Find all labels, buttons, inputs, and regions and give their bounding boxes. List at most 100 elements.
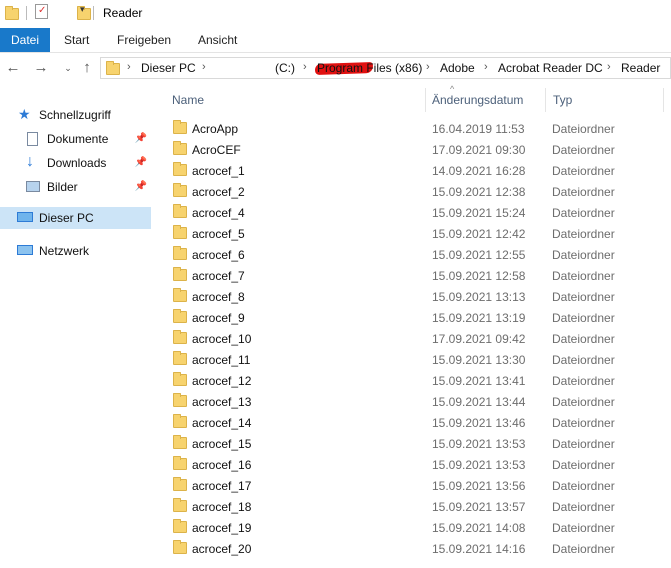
table-row[interactable]: acrocef_17 15.09.2021 13:56 Dateiordner xyxy=(160,475,671,496)
folder-icon xyxy=(173,351,187,365)
sidebar-item-downloads[interactable]: ↓ Downloads 📌 xyxy=(0,152,151,174)
file-name: AcroCEF xyxy=(192,143,241,157)
tab-view[interactable]: Ansicht xyxy=(198,28,237,52)
file-date: 17.09.2021 09:30 xyxy=(432,143,526,157)
recent-locations-chevron-icon[interactable]: ⌄ xyxy=(60,60,76,76)
table-row[interactable]: acrocef_6 15.09.2021 12:55 Dateiordner xyxy=(160,244,671,265)
file-type: Dateiordner xyxy=(552,227,615,241)
breadcrumb-reader[interactable]: Reader xyxy=(621,61,660,75)
table-row[interactable]: acrocef_13 15.09.2021 13:44 Dateiordner xyxy=(160,391,671,412)
title-bar: ✓ ▾ Reader xyxy=(0,0,671,27)
column-divider[interactable] xyxy=(425,88,426,112)
table-row[interactable]: acrocef_10 17.09.2021 09:42 Dateiordner xyxy=(160,328,671,349)
file-type: Dateiordner xyxy=(552,143,615,157)
pin-icon[interactable]: 📌 xyxy=(135,152,147,174)
column-header-type[interactable]: Typ xyxy=(553,93,572,107)
file-name: acrocef_17 xyxy=(192,479,252,493)
breadcrumb-this-pc[interactable]: Dieser PC xyxy=(141,61,196,75)
sidebar-item-documents[interactable]: Dokumente 📌 xyxy=(0,128,151,150)
breadcrumb-adobe[interactable]: Adobe xyxy=(440,61,475,75)
column-divider[interactable] xyxy=(545,88,546,112)
file-name: acrocef_13 xyxy=(192,395,252,409)
tab-file[interactable]: Datei xyxy=(0,28,50,52)
up-arrow-icon[interactable]: ↑ xyxy=(79,60,95,76)
breadcrumb-chevron-icon[interactable]: › xyxy=(127,61,131,73)
table-row[interactable]: acrocef_16 15.09.2021 13:53 Dateiordner xyxy=(160,454,671,475)
file-name: acrocef_15 xyxy=(192,437,252,451)
file-date: 15.09.2021 13:44 xyxy=(432,395,526,409)
scrollbar[interactable] xyxy=(664,84,671,568)
file-date: 15.09.2021 12:58 xyxy=(432,269,526,283)
properties-icon[interactable]: ✓ xyxy=(35,4,48,19)
file-name: acrocef_9 xyxy=(192,311,245,325)
folder-icon xyxy=(173,267,187,281)
table-row[interactable]: AcroCEF 17.09.2021 09:30 Dateiordner xyxy=(160,139,671,160)
table-row[interactable]: acrocef_18 15.09.2021 13:57 Dateiordner xyxy=(160,496,671,517)
forward-arrow-icon[interactable]: → xyxy=(33,60,49,76)
sidebar-item-quick-access[interactable]: ★ Schnellzugriff xyxy=(0,104,151,126)
download-arrow-icon: ↓ xyxy=(26,153,34,170)
file-type: Dateiordner xyxy=(552,395,615,409)
table-row[interactable]: acrocef_14 15.09.2021 13:46 Dateiordner xyxy=(160,412,671,433)
column-header-date[interactable]: Änderungsdatum xyxy=(432,93,523,107)
breadcrumb-acrobat-reader-dc[interactable]: Acrobat Reader DC xyxy=(498,61,603,75)
folder-icon xyxy=(173,141,187,155)
sidebar-item-label: Bilder xyxy=(47,180,78,194)
table-row[interactable]: acrocef_20 15.09.2021 14:16 Dateiordner xyxy=(160,538,671,559)
file-type: Dateiordner xyxy=(552,185,615,199)
breadcrumb-chevron-icon[interactable]: › xyxy=(426,61,430,73)
file-name: acrocef_1 xyxy=(192,164,245,178)
sidebar-item-pictures[interactable]: Bilder 📌 xyxy=(0,176,151,198)
sidebar-item-network[interactable]: Netzwerk xyxy=(0,240,151,262)
tab-share[interactable]: Freigeben xyxy=(117,28,171,52)
table-row[interactable]: acrocef_8 15.09.2021 13:13 Dateiordner xyxy=(160,286,671,307)
file-name: acrocef_19 xyxy=(192,521,252,535)
star-icon: ★ xyxy=(18,106,31,122)
table-row[interactable]: acrocef_15 15.09.2021 13:53 Dateiordner xyxy=(160,433,671,454)
table-row[interactable]: acrocef_12 15.09.2021 13:41 Dateiordner xyxy=(160,370,671,391)
column-header-name[interactable]: Name xyxy=(172,93,204,107)
breadcrumb-drive[interactable]: (C:) xyxy=(275,61,295,75)
breadcrumb-chevron-icon[interactable]: › xyxy=(202,61,206,73)
table-row[interactable]: acrocef_2 15.09.2021 12:38 Dateiordner xyxy=(160,181,671,202)
breadcrumb-chevron-icon[interactable]: › xyxy=(303,61,307,73)
table-row[interactable]: acrocef_4 15.09.2021 15:24 Dateiordner xyxy=(160,202,671,223)
table-row[interactable]: acrocef_19 15.09.2021 14:08 Dateiordner xyxy=(160,517,671,538)
file-name: acrocef_4 xyxy=(192,206,245,220)
table-row[interactable]: acrocef_11 15.09.2021 13:30 Dateiordner xyxy=(160,349,671,370)
table-row[interactable]: acrocef_5 15.09.2021 12:42 Dateiordner xyxy=(160,223,671,244)
back-arrow-icon[interactable]: ← xyxy=(5,60,21,76)
folder-icon xyxy=(173,120,187,134)
table-row[interactable]: acrocef_1 14.09.2021 16:28 Dateiordner xyxy=(160,160,671,181)
folder-icon xyxy=(173,246,187,260)
file-date: 15.09.2021 12:55 xyxy=(432,248,526,262)
breadcrumb-chevron-icon[interactable]: › xyxy=(484,61,488,73)
sidebar-item-this-pc[interactable]: Dieser PC xyxy=(0,207,151,229)
file-type: Dateiordner xyxy=(552,353,615,367)
file-name: acrocef_5 xyxy=(192,227,245,241)
file-date: 15.09.2021 12:42 xyxy=(432,227,526,241)
file-type: Dateiordner xyxy=(552,542,615,556)
file-date: 17.09.2021 09:42 xyxy=(432,332,526,346)
file-date: 15.09.2021 13:19 xyxy=(432,311,526,325)
pin-icon[interactable]: 📌 xyxy=(135,128,147,150)
pictures-icon xyxy=(26,181,40,192)
file-date: 14.09.2021 16:28 xyxy=(432,164,526,178)
tab-start[interactable]: Start xyxy=(64,28,89,52)
folder-icon xyxy=(173,498,187,512)
table-row[interactable]: AcroApp 16.04.2019 11:53 Dateiordner xyxy=(160,118,671,139)
folder-icon xyxy=(5,6,19,20)
folder-icon xyxy=(173,330,187,344)
file-date: 15.09.2021 13:41 xyxy=(432,374,526,388)
breadcrumb-chevron-icon[interactable]: › xyxy=(607,61,611,73)
breadcrumb-program-files[interactable]: Program Files (x86) xyxy=(317,61,422,75)
address-bar[interactable]: › Dieser PC › (C:) › Program Files (x86)… xyxy=(100,57,671,79)
file-date: 15.09.2021 13:13 xyxy=(432,290,526,304)
table-row[interactable]: acrocef_9 15.09.2021 13:19 Dateiordner xyxy=(160,307,671,328)
pin-icon[interactable]: 📌 xyxy=(135,176,147,198)
folder-icon xyxy=(173,414,187,428)
table-row[interactable]: acrocef_7 15.09.2021 12:58 Dateiordner xyxy=(160,265,671,286)
customize-toolbar-dropdown-icon[interactable]: ▾ xyxy=(80,4,85,15)
sidebar-item-label: Dokumente xyxy=(47,132,109,146)
folder-icon xyxy=(173,540,187,554)
